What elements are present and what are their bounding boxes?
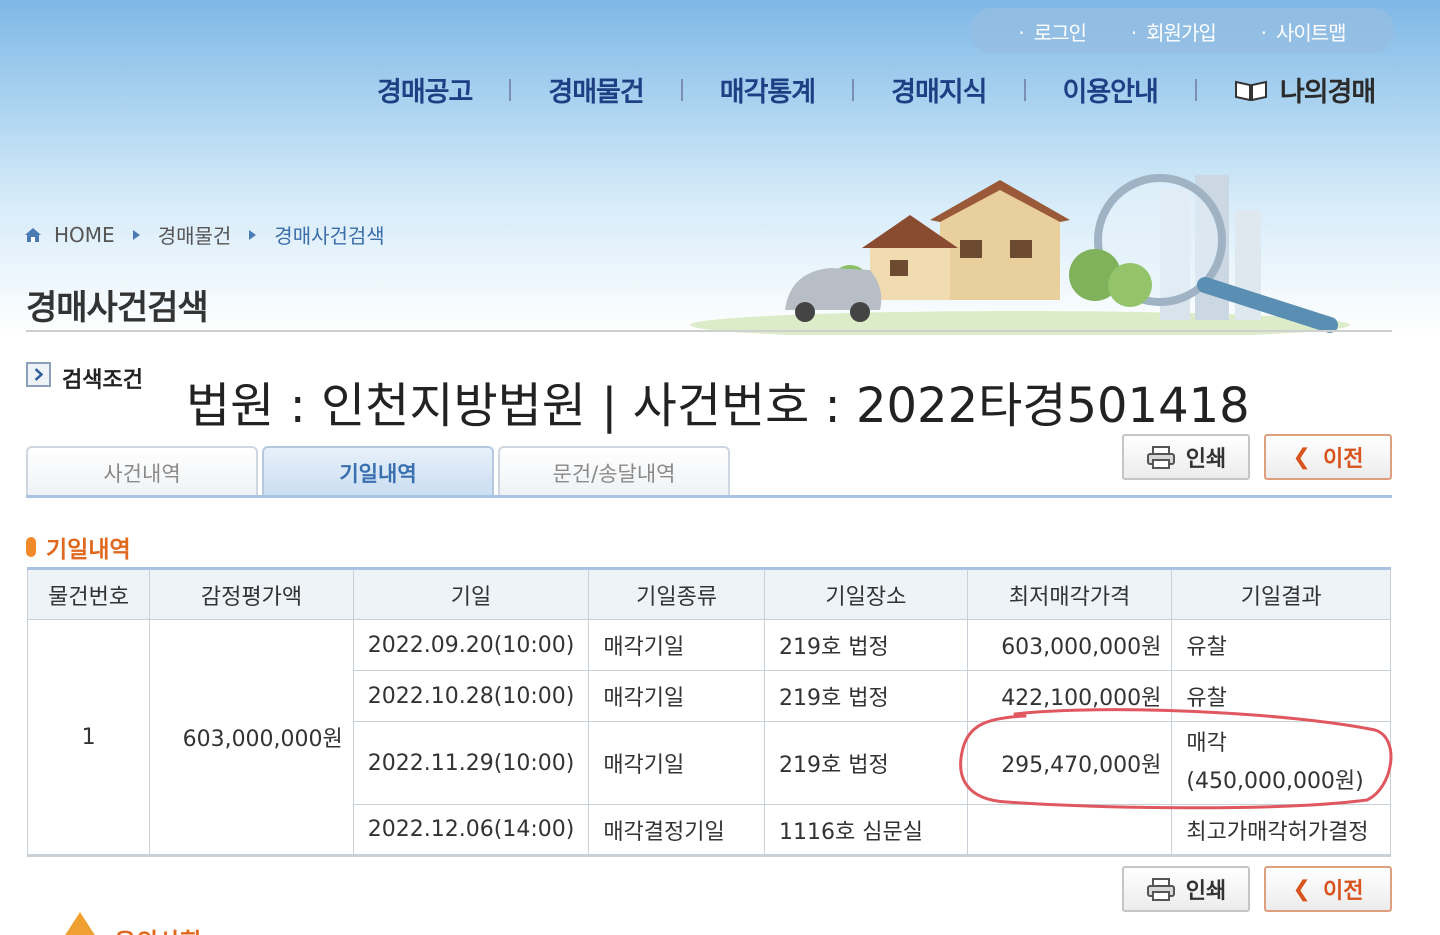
type-cell: 매각기일 [588,619,766,671]
section-title: 기일내역 [46,537,131,563]
book-icon [1234,80,1267,101]
place-cell: 1116호 심문실 [764,804,968,856]
tab-documents[interactable]: 문건/송달내역 [498,446,730,498]
type-cell: 매각기일 [588,721,766,805]
date-cell: 2022.11.29(10:00) [352,721,590,805]
table-row: 1 603,000,000원 2022.09.20(10:00) 매각기일 21… [26,619,1391,856]
breadcrumb-current: 경매사건검색 [274,224,385,248]
min-price-cell: 603,000,000원 [966,619,1173,671]
breadcrumb-arrow-icon [249,229,257,240]
tab-bar: 사건내역 기일내역 문건/송달내역 [26,446,734,498]
appraisal-cell: 603,000,000원 [149,619,354,856]
search-condition-label: 검색조건 [62,368,143,393]
tab-date-details[interactable]: 기일내역 [262,446,494,498]
highlight-circle-annotation [959,708,1393,810]
nav-auction-knowledge[interactable]: 경매지식 [854,70,1023,109]
printer-icon [1146,878,1175,901]
bullet-icon [26,537,36,557]
nav-usage-guide[interactable]: 이용안내 [1026,70,1195,109]
search-condition-text: 법원 : 인천지방법원 | 사건번호 : 2022타경501418 [186,378,1250,434]
house-illustration [690,174,1350,335]
type-cell: 매각결정기일 [588,804,766,856]
prev-button-bottom[interactable]: ❮ 이전 [1264,866,1392,912]
result-cell: 유찰 [1171,619,1391,671]
utility-bar: 로그인 회원가입 사이트맵 [970,8,1394,54]
col-header: 기일장소 [764,568,968,620]
col-header: 기일종류 [588,568,766,620]
nav-auction-notice[interactable]: 경매공고 [340,70,509,109]
print-button-bottom[interactable]: 인쇄 [1122,866,1250,912]
breadcrumb-arrow-icon [132,229,140,240]
print-button[interactable]: 인쇄 [1122,434,1250,480]
col-header: 기일 [352,568,590,620]
notice-title: 유의사항 [114,922,202,935]
date-cell: 2022.09.20(10:00) [352,619,590,671]
col-header: 기일결과 [1171,568,1391,620]
type-cell: 매각기일 [588,670,766,722]
place-cell: 219호 법정 [764,721,968,805]
col-header: 최저매각가격 [966,568,1173,620]
tab-underline [26,495,1392,498]
nav-my-auction-label: 나의경매 [1279,77,1376,108]
col-header: 감정평가액 [149,568,354,620]
place-cell: 219호 법정 [764,670,968,722]
sitemap-link[interactable]: 사이트맵 [1261,17,1347,46]
prev-button[interactable]: ❮ 이전 [1264,434,1392,480]
date-cell: 2022.12.06(14:00) [352,804,590,856]
breadcrumb-home[interactable]: HOME [54,223,115,247]
nav-my-auction[interactable]: 나의경매 [1197,70,1376,109]
warning-icon [65,912,95,935]
title-divider [26,330,1392,332]
prev-button-label: 이전 [1322,879,1364,904]
login-link[interactable]: 로그인 [1018,17,1087,46]
section-heading: 기일내역 [26,530,131,564]
chevron-right-icon [26,362,51,387]
signup-link[interactable]: 회원가입 [1131,17,1217,46]
nav-auction-items[interactable]: 경매물건 [511,70,680,109]
col-header: 물건번호 [26,568,151,620]
table-header-row: 물건번호 감정평가액 기일 기일종류 기일장소 최저매각가격 기일결과 [26,568,1391,620]
main-navigation: 경매공고 경매물건 매각통계 경매지식 이용안내 나의경매 [340,70,1376,109]
breadcrumb-auction-items[interactable]: 경매물건 [158,220,232,249]
chevron-left-icon: ❮ [1292,444,1311,470]
tab-case-details[interactable]: 사건내역 [26,446,258,498]
breadcrumb: HOME 경매물건 경매사건검색 [24,220,385,249]
nav-sale-statistics[interactable]: 매각통계 [683,70,852,109]
place-cell: 219호 법정 [764,619,968,671]
prev-button-label: 이전 [1322,447,1364,472]
printer-icon [1146,446,1175,469]
page-title: 경매사건검색 [26,288,209,328]
print-button-label: 인쇄 [1185,879,1227,904]
date-cell: 2022.10.28(10:00) [352,670,590,722]
home-icon [25,227,41,242]
print-button-label: 인쇄 [1185,447,1227,472]
item-number-cell: 1 [26,619,151,856]
chevron-left-icon: ❮ [1292,876,1311,902]
